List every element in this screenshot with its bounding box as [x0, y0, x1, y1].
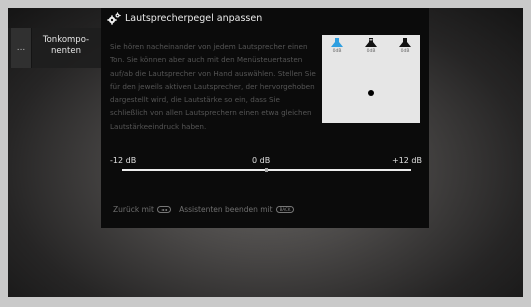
speaker-front-left[interactable]: 0dB [330, 38, 344, 54]
dialog-description: Sie hören nacheinander von jedem Lautspr… [110, 42, 316, 131]
dialog-footer: Zurück mit ◄◄ Assistenten beenden mit BA… [113, 205, 295, 214]
sidebar-panel: ... Tonkompo- nenten [8, 28, 101, 68]
speaker-center[interactable]: 0dB [364, 38, 378, 54]
back-hint-text: Zurück mit [113, 205, 154, 214]
dialog-title: Lautsprecherpegel anpassen [125, 13, 263, 24]
level-slider[interactable] [122, 168, 411, 172]
listener-position-dot [368, 90, 374, 96]
exit-hint-text: Assistenten beenden mit [179, 205, 273, 214]
speaker-level-label: 0dB [366, 49, 376, 54]
speaker-icon [399, 38, 411, 47]
sidebar-item-tonkomponenten[interactable]: Tonkompo- nenten [34, 35, 98, 57]
speaker-layout-diagram: 0dB 0dB 0dB [322, 35, 420, 123]
level-slider-thumb[interactable] [265, 168, 268, 172]
back-key-icon[interactable]: BACK [275, 206, 295, 213]
speaker-level-label: 0dB [400, 49, 410, 54]
speaker-icon [331, 38, 343, 47]
scale-min-label: -12 dB [110, 156, 137, 165]
sidebar-more-button[interactable]: ... [11, 28, 32, 68]
rewind-key-icon[interactable]: ◄◄ [156, 206, 172, 213]
gears-icon [107, 12, 121, 25]
speaker-level-label: 0dB [332, 49, 342, 54]
speaker-front-right[interactable]: 0dB [398, 38, 412, 54]
speaker-level-dialog: Lautsprecherpegel anpassen Sie hören nac… [101, 7, 429, 228]
scale-mid-label: 0 dB [252, 156, 271, 165]
speaker-icon [365, 38, 377, 47]
scale-max-label: +12 dB [392, 156, 422, 165]
